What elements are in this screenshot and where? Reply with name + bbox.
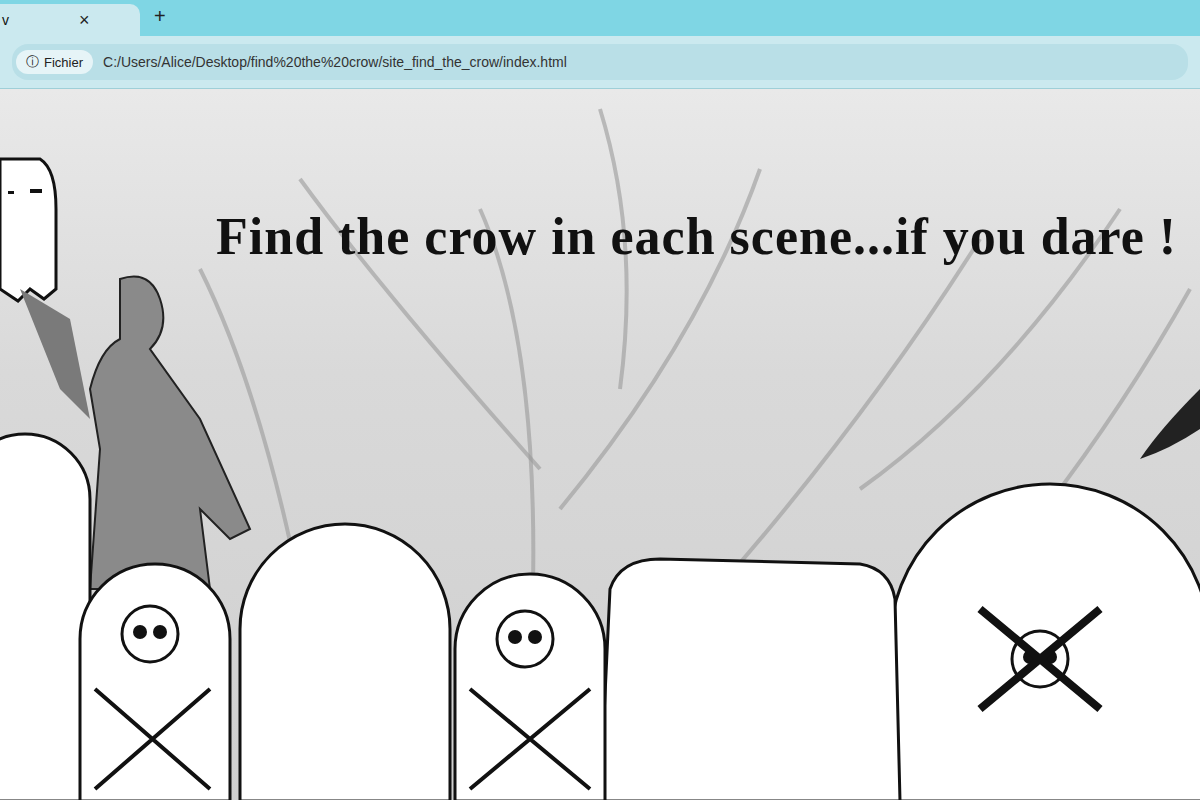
address-row: ⓘ Fichier C:/Users/Alice/Desktop/find%20th…: [0, 36, 1200, 89]
browser-tab[interactable]: v×: [0, 4, 140, 36]
new-tab-button[interactable]: +: [140, 5, 180, 32]
web-page: Find the crow in each scene...if you dar…: [0, 89, 1200, 800]
tab-label: v: [0, 12, 9, 28]
graveyard-scene-icon: [0, 89, 1200, 800]
title-wrap: Find the crow in each scene...if you dar…: [0, 89, 1200, 266]
site-info-badge[interactable]: ⓘ Fichier: [16, 50, 93, 74]
url-text[interactable]: C:/Users/Alice/Desktop/find%20the%20crow…: [103, 54, 567, 70]
badge-label: Fichier: [44, 55, 83, 70]
address-bar[interactable]: ⓘ Fichier C:/Users/Alice/Desktop/find%20th…: [12, 44, 1188, 80]
page-title: Find the crow in each scene...if you dar…: [216, 207, 1177, 266]
tab-close-button[interactable]: ×: [79, 10, 90, 31]
tab-bar: v×+: [0, 0, 1200, 36]
info-icon: ⓘ: [26, 53, 39, 71]
